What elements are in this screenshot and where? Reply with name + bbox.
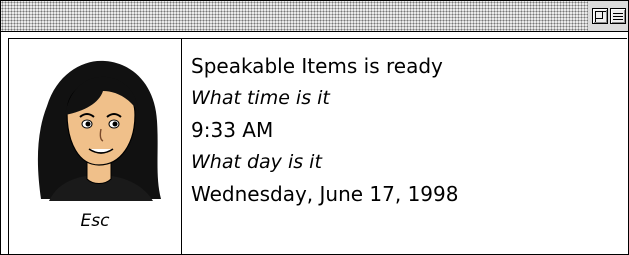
zoom-box-icon[interactable] (592, 8, 608, 24)
transcript-line-user: What day is it (191, 151, 322, 173)
transcript-line-computer: Speakable Items is ready (191, 54, 443, 78)
transcript-line-user: What time is it (191, 87, 330, 109)
speech-transcript: Speakable Items is ready What time is it… (182, 39, 627, 254)
transcript-line-computer: Wednesday, June 17, 1998 (191, 182, 459, 206)
title-bar[interactable] (1, 1, 628, 32)
collapse-box-icon[interactable] (610, 8, 626, 24)
woman-face-icon (37, 60, 161, 201)
feedback-content: Esc Speakable Items is ready What time i… (8, 38, 627, 254)
character-panel[interactable]: Esc (9, 39, 182, 254)
esc-label: Esc (80, 211, 110, 231)
title-bar-buttons (588, 1, 628, 31)
transcript-line-computer: 9:33 AM (191, 118, 274, 142)
speakable-items-window: Esc Speakable Items is ready What time i… (0, 0, 629, 255)
